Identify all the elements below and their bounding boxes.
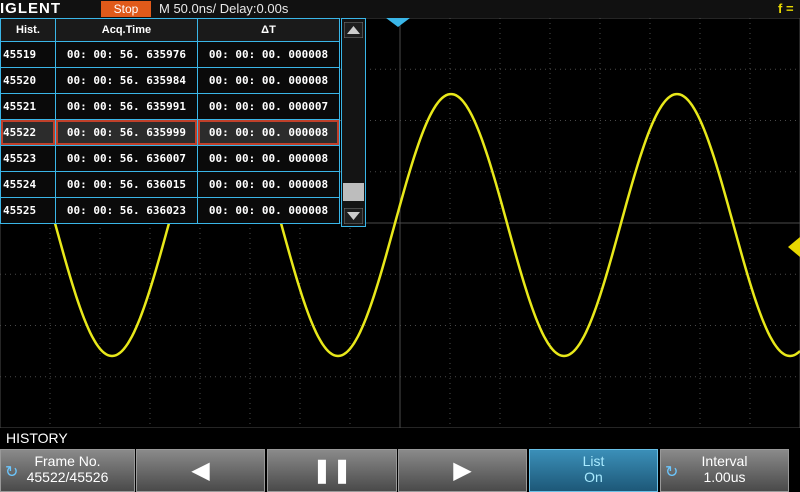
- top-status-bar: IGLENT Stop M 50.0ns/ Delay:0.00s f =: [0, 0, 800, 18]
- scroll-up-icon[interactable]: [344, 22, 363, 38]
- interval-value: 1.00us: [703, 469, 746, 485]
- pause-button[interactable]: ❚❚: [267, 449, 397, 492]
- scope-display: Hist. Acq.Time ΔT 45519 00: 00: 56. 6359…: [0, 18, 800, 428]
- acq-time-cell: 00: 00: 56. 636023: [54, 197, 198, 224]
- scroll-down-icon[interactable]: [344, 208, 363, 224]
- table-row[interactable]: 45524 00: 00: 56. 636015 00: 00: 00. 000…: [0, 171, 341, 198]
- interval-softkey[interactable]: ↻ Interval 1.00us: [660, 449, 789, 492]
- hist-cell: 45524: [0, 171, 56, 198]
- run-status-badge[interactable]: Stop: [101, 1, 151, 17]
- hist-cell: 45523: [0, 145, 56, 172]
- acq-time-cell: 00: 00: 56. 636015: [54, 171, 198, 198]
- table-row[interactable]: 45520 00: 00: 56. 635984 00: 00: 00. 000…: [0, 67, 341, 94]
- delta-t-cell: 00: 00: 00. 000008: [196, 119, 341, 146]
- next-frame-button[interactable]: ▶: [398, 449, 527, 492]
- trigger-level-marker-icon: [788, 237, 800, 257]
- delta-t-cell: 00: 00: 00. 000008: [196, 197, 341, 224]
- pause-icon: ❚❚: [311, 457, 353, 484]
- frame-no-value: 45522/45526: [26, 469, 109, 485]
- acq-time-cell: 00: 00: 56. 635976: [54, 41, 198, 68]
- scroll-thumb[interactable]: [343, 183, 364, 201]
- menu-title: HISTORY: [6, 430, 68, 446]
- hist-cell: 45522: [0, 119, 56, 146]
- list-label: List: [582, 453, 605, 469]
- frame-number-softkey[interactable]: ↻ Frame No. 45522/45526: [0, 449, 135, 492]
- table-scrollbar[interactable]: [341, 18, 366, 227]
- acq-time-cell: 00: 00: 56. 635984: [54, 67, 198, 94]
- table-row[interactable]: 45521 00: 00: 56. 635991 00: 00: 00. 000…: [0, 93, 341, 120]
- col-header-delta-t: ΔT: [196, 18, 341, 42]
- delta-t-cell: 00: 00: 00. 000007: [196, 93, 341, 120]
- table-row[interactable]: 45523 00: 00: 56. 636007 00: 00: 00. 000…: [0, 145, 341, 172]
- col-header-acq-time: Acq.Time: [54, 18, 198, 42]
- timebase-readout: M 50.0ns/ Delay:0.00s: [159, 1, 289, 16]
- hist-cell: 45525: [0, 197, 56, 224]
- delta-t-cell: 00: 00: 00. 000008: [196, 67, 341, 94]
- table-row-selected[interactable]: 45522 00: 00: 56. 635999 00: 00: 00. 000…: [0, 119, 341, 146]
- hist-cell: 45521: [0, 93, 56, 120]
- previous-frame-button[interactable]: ◀: [136, 449, 265, 492]
- interval-label: Interval: [701, 453, 748, 469]
- acq-time-cell: 00: 00: 56. 636007: [54, 145, 198, 172]
- rotate-knob-icon: ↻: [665, 464, 679, 481]
- col-header-hist: Hist.: [0, 18, 56, 42]
- frame-no-label: Frame No.: [34, 453, 101, 469]
- list-toggle-softkey[interactable]: List On: [529, 449, 658, 492]
- frequency-readout: f =: [778, 1, 794, 16]
- triangle-right-icon: ▶: [453, 457, 472, 484]
- brand-logo: IGLENT: [0, 0, 61, 17]
- history-list-table: Hist. Acq.Time ΔT 45519 00: 00: 56. 6359…: [0, 18, 341, 224]
- delta-t-cell: 00: 00: 00. 000008: [196, 171, 341, 198]
- acq-time-cell: 00: 00: 56. 635999: [54, 119, 198, 146]
- delta-t-cell: 00: 00: 00. 000008: [196, 145, 341, 172]
- delta-t-cell: 00: 00: 00. 000008: [196, 41, 341, 68]
- table-row[interactable]: 45525 00: 00: 56. 636023 00: 00: 00. 000…: [0, 197, 341, 224]
- triangle-left-icon: ◀: [191, 457, 210, 484]
- rotate-knob-icon: ↻: [5, 464, 19, 481]
- table-row[interactable]: 45519 00: 00: 56. 635976 00: 00: 00. 000…: [0, 41, 341, 68]
- trigger-position-marker-icon: [386, 18, 410, 27]
- acq-time-cell: 00: 00: 56. 635991: [54, 93, 198, 120]
- list-value: On: [584, 469, 603, 485]
- hist-cell: 45519: [0, 41, 56, 68]
- hist-cell: 45520: [0, 67, 56, 94]
